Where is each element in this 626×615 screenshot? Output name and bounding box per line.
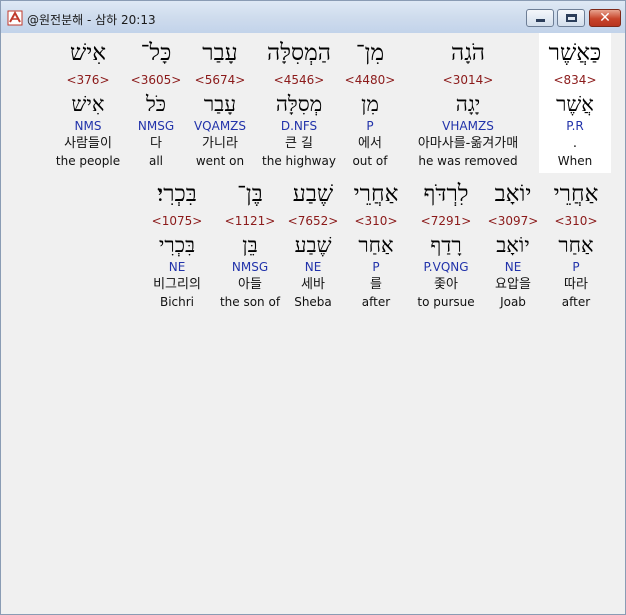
minimize-button[interactable] bbox=[526, 9, 554, 27]
word-column[interactable]: הֹגָה <3014> יָגָה VHAMZS 아마사를-옮겨가매 he w… bbox=[393, 35, 543, 169]
strong-number: <1075> bbox=[151, 214, 203, 228]
maximize-icon bbox=[566, 14, 577, 22]
lemma: אִישׁ bbox=[71, 92, 105, 116]
english-gloss: to pursue bbox=[417, 295, 475, 309]
maximize-button[interactable] bbox=[557, 9, 585, 27]
word-column[interactable]: בִּכְרִי׃ <1075> בִּכְרִי NE 비그리의 Bichri bbox=[137, 176, 217, 310]
hebrew-word: בִּכְרִי׃ bbox=[157, 181, 197, 207]
morphology: NMSG bbox=[137, 119, 175, 133]
strong-number: <1121> bbox=[224, 214, 276, 228]
korean-gloss: 비그리의 bbox=[153, 277, 201, 292]
window-title: @원전분해 - 삼하 20:13 bbox=[27, 13, 156, 27]
verse-analysis-panel: כַּאֲשֶׁר <834> אֲשֶׁר P.R . When הֹגָה … bbox=[7, 33, 620, 608]
close-icon: ✕ bbox=[599, 10, 611, 26]
english-gloss: he was removed bbox=[418, 154, 518, 168]
morphology: NMS bbox=[74, 119, 102, 133]
korean-gloss: 좇아 bbox=[434, 277, 458, 292]
korean-gloss: 다 bbox=[150, 136, 162, 151]
lemma: יָגָה bbox=[455, 92, 481, 116]
korean-gloss: 아마사를-옮겨가매 bbox=[417, 136, 519, 151]
word-column[interactable]: כַּאֲשֶׁר <834> אֲשֶׁר P.R . When bbox=[535, 35, 615, 169]
title-bar[interactable]: @원전분해 - 삼하 20:13 ✕ bbox=[1, 1, 625, 33]
hebrew-word: כַּאֲשֶׁר bbox=[548, 40, 602, 66]
english-gloss: Bichri bbox=[159, 295, 195, 309]
lemma: רָדַף bbox=[430, 233, 462, 257]
lemma: בִּכְרִי bbox=[158, 233, 196, 257]
app-window: @원전분해 - 삼하 20:13 ✕ כַּאֲשֶׁר <834> אֲשֶׁ… bbox=[0, 0, 626, 615]
word-column[interactable]: לִרְדֹּף <7291> רָדַף P.VQNG 좇아 to pursu… bbox=[406, 176, 486, 310]
strong-number: <834> bbox=[553, 73, 597, 87]
lemma: בֵּן bbox=[242, 233, 258, 257]
hebrew-word: כָּל־ bbox=[140, 40, 172, 66]
strong-number: <3014> bbox=[442, 73, 494, 87]
morphology: NMSG bbox=[231, 260, 269, 274]
english-gloss: When bbox=[557, 154, 593, 168]
word-column[interactable]: בֶּן־ <1121> בֵּן NMSG 아들 the son of bbox=[210, 176, 290, 310]
close-button[interactable]: ✕ bbox=[589, 9, 621, 27]
word-column[interactable]: אִישׁ <376> אִישׁ NMS 사람들이 the people bbox=[48, 35, 128, 169]
hebrew-word: אִישׁ bbox=[69, 40, 107, 66]
app-logo-icon bbox=[7, 10, 23, 26]
lemma: אֲשֶׁר bbox=[556, 92, 594, 116]
english-gloss: all bbox=[148, 154, 164, 168]
minimize-icon bbox=[536, 19, 545, 22]
korean-gloss: 아들 bbox=[238, 277, 262, 292]
morphology: NE bbox=[168, 260, 186, 274]
korean-gloss: 사람들이 bbox=[64, 136, 112, 151]
morphology: P.VQNG bbox=[423, 260, 469, 274]
word-column[interactable]: כָּל־ <3605> כֹּל NMSG 다 all bbox=[116, 35, 196, 169]
morphology: VHAMZS bbox=[442, 119, 494, 133]
strong-number: <7291> bbox=[420, 214, 472, 228]
strong-number: <376> bbox=[66, 73, 110, 87]
korean-gloss: . bbox=[572, 136, 578, 151]
hebrew-word: לִרְדֹּף bbox=[423, 181, 469, 207]
english-gloss: the son of bbox=[219, 295, 281, 309]
morphology: P.R bbox=[566, 119, 584, 133]
hebrew-word: בֶּן־ bbox=[237, 181, 263, 207]
hebrew-word: הֹגָה bbox=[450, 40, 486, 66]
strong-number: <3605> bbox=[130, 73, 182, 87]
english-gloss: the people bbox=[55, 154, 121, 168]
lemma: כֹּל bbox=[145, 92, 167, 116]
